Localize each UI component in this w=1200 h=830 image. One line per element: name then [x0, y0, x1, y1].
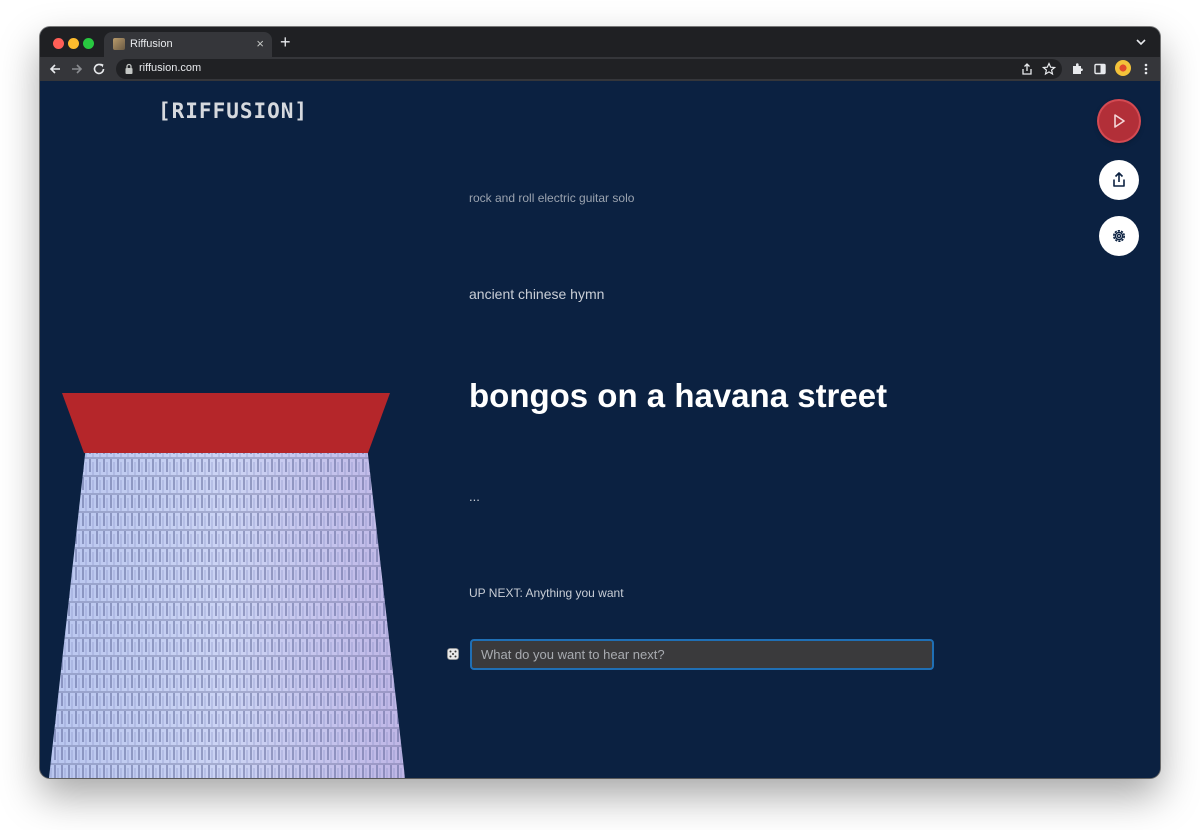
side-panel-icon[interactable] [1093, 62, 1107, 76]
riffusion-page: [RIFFUSION] rock and roll electric guita… [40, 81, 1160, 778]
up-next-label: UP NEXT: Anything you want [469, 586, 624, 600]
play-icon [1114, 114, 1125, 128]
more-menu-icon[interactable] [1139, 62, 1153, 76]
extensions-icon[interactable] [1070, 62, 1084, 76]
favicon-icon [113, 38, 125, 50]
prompt-input[interactable] [470, 639, 934, 670]
address-bar[interactable]: riffusion.com [116, 59, 1062, 79]
new-tab-button[interactable]: + [280, 32, 291, 52]
browser-window: Riffusion × + riffusion.com [RIFFUSION] … [40, 27, 1160, 778]
profile-avatar[interactable] [1115, 60, 1131, 76]
tab-title: Riffusion [130, 38, 173, 50]
share-page-icon[interactable] [1020, 62, 1034, 76]
chevron-down-icon[interactable] [1134, 35, 1148, 49]
riffusion-logo[interactable]: [RIFFUSION] [158, 99, 308, 123]
bookmark-star-icon[interactable] [1042, 62, 1056, 76]
forward-arrow-icon[interactable] [70, 62, 84, 76]
url-text: riffusion.com [139, 62, 202, 74]
share-icon [1113, 172, 1125, 187]
dice-icon[interactable] [446, 647, 460, 661]
tab-close-button[interactable]: × [256, 36, 264, 52]
reload-icon[interactable] [92, 62, 106, 76]
next-prompt-placeholder: ... [469, 489, 480, 504]
minimize-window-button[interactable] [68, 38, 79, 49]
maximize-window-button[interactable] [83, 38, 94, 49]
lock-icon[interactable] [124, 63, 134, 75]
tab-strip: Riffusion × + [40, 27, 1160, 57]
share-button[interactable] [1099, 160, 1139, 200]
settings-button[interactable] [1099, 216, 1139, 256]
browser-tab[interactable]: Riffusion × [104, 32, 272, 57]
current-prompt: bongos on a havana street [469, 377, 888, 414]
close-window-button[interactable] [53, 38, 64, 49]
spectrogram-visualization [49, 393, 405, 778]
play-button[interactable] [1099, 101, 1139, 141]
back-arrow-icon[interactable] [48, 62, 62, 76]
previous-prompt-2: rock and roll electric guitar solo [469, 191, 635, 205]
gear-icon [1113, 230, 1125, 242]
browser-toolbar: riffusion.com [40, 57, 1160, 81]
previous-prompt-1: ancient chinese hymn [469, 286, 605, 302]
